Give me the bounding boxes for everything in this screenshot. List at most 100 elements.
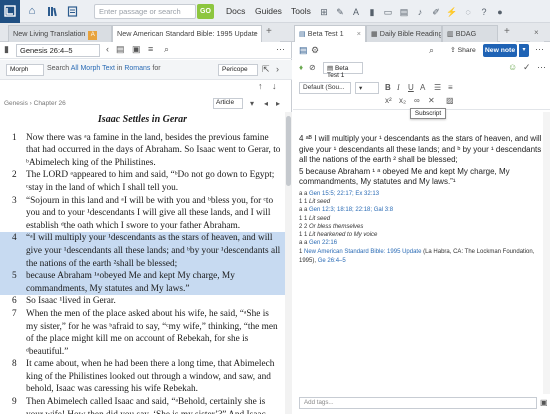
bullet-list-icon[interactable]: ☰ <box>434 83 441 92</box>
verse[interactable]: 6 So Isaac ¹lived in Gerar. <box>0 295 285 308</box>
text-color-icon[interactable]: A <box>420 83 425 92</box>
tab-beta-test-1[interactable]: ▤ Beta Test 1 × <box>294 25 366 42</box>
verse-number[interactable]: 2 <box>12 169 17 182</box>
microphone-icon[interactable]: ♪ <box>414 6 426 18</box>
nav-next-icon[interactable]: › <box>276 64 279 74</box>
scrollbar[interactable] <box>543 112 550 394</box>
article-select[interactable]: Article <box>213 98 243 109</box>
more-icon[interactable]: ⋯ <box>276 44 285 55</box>
scroll-lock-icon[interactable]: ▾ <box>250 99 254 108</box>
tag-icon[interactable]: ▣ <box>540 398 548 407</box>
edit-icon[interactable]: ✎ <box>334 6 346 18</box>
back-icon[interactable]: ‹ <box>106 44 109 54</box>
verse[interactable]: 3 “Sojourn in this land and ᵃI will be wi… <box>0 195 285 233</box>
new-note-button[interactable]: New note <box>483 44 517 57</box>
close-icon[interactable]: × <box>253 29 257 38</box>
verse[interactable]: 9 Then Abimelech called Isaac and said, “… <box>0 396 285 414</box>
verse-number[interactable]: 1 <box>12 132 17 145</box>
search-scope-link[interactable]: Romans <box>124 65 150 72</box>
add-tab-button[interactable]: + <box>500 25 516 42</box>
notebook-select[interactable]: ▤ Beta Test 1 <box>323 62 363 79</box>
logos-logo-icon[interactable] <box>0 0 20 23</box>
chat-bubble-icon[interactable]: ◌ <box>462 6 474 18</box>
highlight-icon[interactable]: ♦ <box>299 63 303 72</box>
pen-icon[interactable]: ✐ <box>430 6 442 18</box>
previous-icon[interactable]: ◂ <box>264 99 268 108</box>
parallel-icon[interactable]: ▮ <box>4 44 9 55</box>
verse-number[interactable]: 3 <box>12 195 17 208</box>
verse-number[interactable]: 7 <box>12 308 17 321</box>
superscript-icon[interactable]: x² <box>385 96 392 105</box>
note-text[interactable]: 4 ᵃᴮ I will multiply your ¹ descendants … <box>299 134 547 188</box>
add-tags-input[interactable]: Add tags... <box>299 397 537 409</box>
search-icon[interactable]: ⌕ <box>429 45 434 56</box>
footnote-reference-link[interactable]: Gen 15:5; 22:17; Ex 32:13 <box>309 191 379 197</box>
add-tab-button[interactable]: + <box>262 25 280 42</box>
subscript-icon[interactable]: x₂ <box>399 96 406 105</box>
arrow-down-icon[interactable]: ↓ <box>272 81 277 91</box>
go-button[interactable]: GO <box>197 4 214 19</box>
italic-icon[interactable]: I <box>397 83 400 92</box>
citation-title-link[interactable]: New American Standard Bible: 1995 Update <box>304 249 421 255</box>
note-paragraph[interactable]: 5 because Abraham ¹ ᵃ obeyed Me and kept… <box>299 167 547 188</box>
tab-nasb[interactable]: New American Standard Bible: 1995 Update… <box>112 25 262 42</box>
image-icon[interactable]: ▨ <box>446 96 454 105</box>
font-style-select[interactable]: Default (Sou... <box>299 82 351 94</box>
bookmark-icon[interactable]: ▮ <box>366 6 378 18</box>
notes-icon[interactable] <box>64 3 80 19</box>
no-style-icon[interactable]: ⊘ <box>309 63 316 72</box>
menu-guides[interactable]: Guides <box>255 6 282 16</box>
home-icon[interactable]: ⌂ <box>24 3 40 19</box>
help-icon[interactable]: ? <box>478 6 490 18</box>
text-display-icon[interactable]: ≡ <box>148 44 153 54</box>
note-editor[interactable]: 4 ᵃᴮ I will multiply your ¹ descendants … <box>299 134 547 414</box>
citation-reference-link[interactable]: Ge 26:4–5 <box>318 258 346 264</box>
verse-number[interactable]: 5 <box>12 270 17 283</box>
verse[interactable]: 2 The LORD ᵃappeared to him and said, “ᵇD… <box>0 169 285 194</box>
more-icon[interactable]: ⋯ <box>537 62 546 73</box>
verse[interactable]: 4 “ᵃI will multiply your ¹descendants as … <box>0 232 285 271</box>
verse[interactable]: 5 because Abraham ¹ᵃobeyed Me and kept My… <box>0 270 285 296</box>
scrollbar-thumb[interactable] <box>286 116 291 186</box>
tab-daily-bible-reading[interactable]: ▦ Daily Bible Reading <box>366 25 442 42</box>
share-button[interactable]: ⇪ Share <box>450 46 476 54</box>
bolt-icon[interactable]: ⚡ <box>446 6 458 18</box>
dictionary-icon[interactable]: A <box>350 6 362 18</box>
bold-icon[interactable]: B <box>385 83 391 92</box>
filter-icon[interactable]: ⚙ <box>311 45 319 56</box>
document-icon[interactable]: ▤ <box>398 6 410 18</box>
tab-bdag[interactable]: ▥ BDAG <box>442 25 498 42</box>
morph-select[interactable]: Morph <box>6 64 44 76</box>
underline-icon[interactable]: U <box>408 83 414 92</box>
search-icon[interactable]: ⌕ <box>164 44 169 55</box>
check-icon[interactable]: ✓ <box>523 62 531 73</box>
nav-first-icon[interactable]: ⇱ <box>262 64 270 75</box>
menu-tools[interactable]: Tools <box>291 6 311 16</box>
clear-format-icon[interactable]: ✕ <box>428 96 435 105</box>
note-paragraph[interactable]: 4 ᵃᴮ I will multiply your ¹ descendants … <box>299 134 547 166</box>
link-icon[interactable]: ∞ <box>414 96 420 105</box>
library-icon[interactable] <box>44 3 60 19</box>
account-icon[interactable]: ● <box>494 6 506 18</box>
verse-number[interactable]: 9 <box>12 396 17 409</box>
tab-new-living-translation[interactable]: New Living Translation A <box>8 25 112 42</box>
panel-menu-icon[interactable]: ▤ <box>299 45 308 56</box>
verse-number[interactable]: 8 <box>12 358 17 371</box>
footnote-reference-link[interactable]: Gen 12:3; 18:18; 22:18; Gal 3:8 <box>309 207 393 213</box>
footnote-reference-link[interactable]: Gen 22:16 <box>309 240 337 246</box>
next-icon[interactable]: ▸ <box>276 99 280 108</box>
breadcrumb[interactable]: Genesis › Chapter 26 <box>4 100 66 107</box>
verse[interactable]: 8 It came about, when he had been there a… <box>0 358 285 396</box>
inline-icon[interactable]: ▣ <box>132 44 141 55</box>
new-note-dropdown-icon[interactable]: ▾ <box>519 44 529 57</box>
more-icon[interactable]: ⋯ <box>535 44 544 55</box>
numbered-list-icon[interactable]: ≡ <box>448 83 453 92</box>
font-size-select[interactable]: ▾ <box>355 82 379 94</box>
visual-filter-icon[interactable]: ▤ <box>116 44 125 55</box>
scrollbar[interactable] <box>285 112 292 414</box>
search-input[interactable]: Enter passage or search <box>94 4 196 19</box>
chat-icon[interactable]: ▭ <box>382 6 394 18</box>
menu-docs[interactable]: Docs <box>226 6 245 16</box>
layout-icon[interactable]: ⊞ <box>318 6 330 18</box>
verse[interactable]: 7 When the men of the place asked about h… <box>0 308 285 358</box>
